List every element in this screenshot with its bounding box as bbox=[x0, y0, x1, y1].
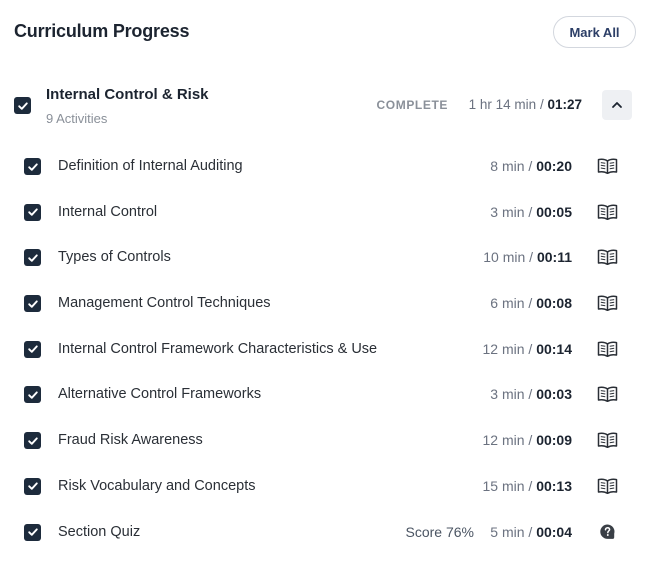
activity-row[interactable]: Section Quiz Score 76% 5 min / 00:04 bbox=[24, 510, 622, 556]
activity-estimated: 6 min bbox=[490, 295, 525, 312]
header: Curriculum Progress Mark All bbox=[14, 16, 636, 48]
activity-row[interactable]: Alternative Control Frameworks 3 min / 0… bbox=[24, 372, 622, 418]
activity-row[interactable]: Internal Control Framework Characteristi… bbox=[24, 327, 622, 373]
activity-checkbox[interactable] bbox=[24, 477, 41, 495]
activity-title[interactable]: Internal Control bbox=[58, 204, 157, 220]
activity-title[interactable]: Fraud Risk Awareness bbox=[58, 432, 203, 448]
section-estimated: 1 hr 14 min bbox=[468, 97, 537, 112]
activity-elapsed: 00:11 bbox=[536, 249, 572, 266]
time-separator: / bbox=[524, 203, 537, 220]
activity-checkbox[interactable] bbox=[24, 295, 41, 313]
activity-estimated: 15 min bbox=[482, 477, 525, 494]
activity-title[interactable]: Management Control Techniques bbox=[58, 295, 271, 311]
activity-row[interactable]: Definition of Internal Auditing 8 min / … bbox=[24, 144, 622, 190]
collapse-button[interactable] bbox=[602, 90, 632, 120]
activity-checkbox[interactable] bbox=[24, 386, 41, 404]
activity-time: 5 min / 00:04 bbox=[490, 524, 572, 540]
activity-checkbox[interactable] bbox=[24, 203, 41, 221]
check-icon bbox=[27, 300, 38, 308]
time-separator: / bbox=[524, 523, 537, 540]
activity-estimated: 12 min bbox=[482, 340, 525, 357]
activity-checkbox[interactable] bbox=[24, 340, 41, 358]
activity-time: 12 min / 00:09 bbox=[482, 432, 572, 448]
activity-score: Score 76% bbox=[405, 523, 474, 540]
book-icon[interactable] bbox=[596, 430, 618, 450]
section-status-badge: COMPLETE bbox=[376, 98, 448, 112]
activity-title[interactable]: Types of Controls bbox=[58, 249, 171, 265]
book-icon[interactable] bbox=[596, 247, 618, 267]
book-icon[interactable] bbox=[596, 339, 618, 359]
activity-title[interactable]: Alternative Control Frameworks bbox=[58, 386, 261, 402]
activity-time: 10 min / 00:11 bbox=[483, 249, 572, 265]
activity-title[interactable]: Internal Control Framework Characteristi… bbox=[58, 341, 377, 357]
chevron-up-icon bbox=[612, 102, 622, 108]
section-title: Internal Control & Risk bbox=[46, 86, 209, 103]
activity-row[interactable]: Fraud Risk Awareness 12 min / 00:09 bbox=[24, 418, 622, 464]
activity-row[interactable]: Risk Vocabulary and Concepts 15 min / 00… bbox=[24, 464, 622, 510]
activity-estimated: 3 min bbox=[490, 386, 525, 403]
check-icon bbox=[17, 101, 28, 110]
activity-checkbox[interactable] bbox=[24, 249, 41, 267]
activity-time: 12 min / 00:14 bbox=[482, 341, 572, 357]
check-icon bbox=[27, 162, 38, 171]
activity-list: Definition of Internal Auditing 8 min / … bbox=[24, 144, 622, 555]
activity-estimated: 10 min bbox=[483, 249, 526, 266]
activity-elapsed: 00:09 bbox=[536, 432, 572, 449]
page-title: Curriculum Progress bbox=[14, 21, 190, 41]
activity-estimated: 5 min bbox=[490, 523, 525, 540]
time-separator: / bbox=[524, 432, 537, 449]
activity-elapsed: 00:08 bbox=[536, 295, 572, 312]
check-icon bbox=[27, 482, 38, 491]
activity-estimated: 3 min bbox=[490, 203, 525, 220]
check-icon bbox=[27, 254, 38, 262]
activity-elapsed: 00:14 bbox=[536, 340, 572, 357]
book-icon[interactable] bbox=[596, 156, 618, 176]
activity-row[interactable]: Types of Controls 10 min / 00:11 bbox=[24, 235, 622, 281]
book-icon[interactable] bbox=[596, 476, 618, 496]
activity-time: 8 min / 00:20 bbox=[490, 158, 572, 174]
time-separator: / bbox=[524, 295, 537, 312]
activity-title[interactable]: Risk Vocabulary and Concepts bbox=[58, 478, 255, 494]
time-separator: / bbox=[525, 249, 537, 266]
section-elapsed: 01:27 bbox=[547, 97, 582, 112]
quiz-help-icon[interactable] bbox=[596, 522, 618, 542]
mark-all-button[interactable]: Mark All bbox=[553, 16, 636, 48]
activity-elapsed: 00:03 bbox=[536, 386, 572, 403]
activity-time: 6 min / 00:08 bbox=[490, 295, 572, 311]
activity-checkbox[interactable] bbox=[24, 158, 41, 175]
activity-elapsed: 00:20 bbox=[536, 158, 572, 174]
check-icon bbox=[27, 345, 38, 353]
activity-elapsed: 00:13 bbox=[536, 477, 572, 494]
book-icon[interactable] bbox=[596, 202, 618, 222]
activity-elapsed: 00:05 bbox=[536, 203, 572, 220]
section-time: 1 hr 14 min / 01:27 bbox=[469, 97, 582, 112]
check-icon bbox=[27, 208, 38, 216]
time-separator: / bbox=[524, 477, 537, 494]
activity-elapsed: 00:04 bbox=[536, 523, 572, 540]
activity-checkbox[interactable] bbox=[24, 523, 41, 541]
activity-title[interactable]: Section Quiz bbox=[58, 524, 140, 540]
section-checkbox[interactable] bbox=[14, 97, 31, 114]
check-icon bbox=[27, 528, 38, 536]
section-activity-count: 9 Activities bbox=[46, 111, 108, 126]
check-icon bbox=[27, 437, 38, 445]
activity-time: 3 min / 00:03 bbox=[490, 386, 572, 402]
activity-row[interactable]: Internal Control 3 min / 00:05 bbox=[24, 190, 622, 236]
activity-row[interactable]: Management Control Techniques 6 min / 00… bbox=[24, 281, 622, 327]
section-header: Internal Control & Risk 9 Activities COM… bbox=[14, 84, 636, 132]
check-icon bbox=[27, 391, 38, 399]
book-icon[interactable] bbox=[596, 293, 618, 313]
time-separator: / bbox=[524, 386, 537, 403]
activity-title[interactable]: Definition of Internal Auditing bbox=[58, 158, 243, 174]
time-separator: / bbox=[536, 97, 548, 112]
activity-estimated: 12 min bbox=[482, 432, 525, 449]
activity-time: 3 min / 00:05 bbox=[490, 204, 572, 220]
activity-time: 15 min / 00:13 bbox=[482, 478, 572, 494]
time-separator: / bbox=[524, 340, 537, 357]
activity-estimated: 8 min bbox=[490, 158, 525, 174]
time-separator: / bbox=[524, 158, 537, 174]
activity-checkbox[interactable] bbox=[24, 432, 41, 450]
book-icon[interactable] bbox=[596, 384, 618, 404]
